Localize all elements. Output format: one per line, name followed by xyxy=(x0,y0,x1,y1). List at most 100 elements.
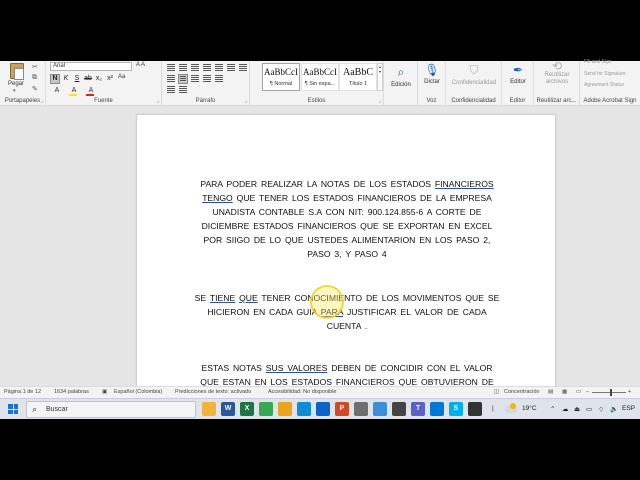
sensitivity-button[interactable]: ⛉ Confidencialidad xyxy=(448,63,500,86)
decrease-indent-button[interactable] xyxy=(202,63,212,73)
weather-temperature[interactable]: 19°C xyxy=(522,405,537,412)
taskbar-app-snipping-tool-icon[interactable] xyxy=(354,402,368,416)
taskbar-app-file-explorer-icon[interactable] xyxy=(202,402,216,416)
style-no-spacing[interactable]: AaBbCcI ¶ Sin espa... xyxy=(301,63,339,91)
taskbar-app-mail-icon[interactable] xyxy=(316,402,330,416)
copy-icon[interactable]: ⧉ xyxy=(32,74,37,82)
align-left-button[interactable] xyxy=(166,74,176,84)
windows-start-icon[interactable] xyxy=(8,404,18,414)
sort-button[interactable] xyxy=(226,63,236,73)
spelling-icon[interactable]: ▣ xyxy=(102,389,107,395)
taskbar-app-chrome-icon[interactable] xyxy=(259,402,273,416)
web-layout-icon[interactable]: ▭ xyxy=(576,389,581,395)
input-language[interactable]: ESP xyxy=(622,405,635,412)
print-layout-icon[interactable]: ▦ xyxy=(562,389,567,395)
align-center-button[interactable] xyxy=(178,74,188,84)
text-predictions-status[interactable]: Predicciones de texto: activado xyxy=(175,389,251,395)
style-normal[interactable]: AaBbCcI ¶ Normal xyxy=(262,63,300,91)
dialog-launcher-icon[interactable]: ⌟ xyxy=(157,98,159,104)
word-count[interactable]: 1634 palabras xyxy=(54,389,89,395)
align-right-button[interactable] xyxy=(190,74,200,84)
cut-icon[interactable]: ✂ xyxy=(32,63,38,71)
taskbar-app-powerpoint-icon[interactable]: P xyxy=(335,402,349,416)
clear-format-button[interactable]: A xyxy=(50,86,64,96)
document-line[interactable]: CUENTA . xyxy=(137,319,557,333)
wifi-icon[interactable]: ⌔ xyxy=(598,405,604,414)
line-spacing-button[interactable] xyxy=(214,74,224,84)
focus-mode-button[interactable]: Concentración xyxy=(504,389,539,395)
taskbar-app-store-icon[interactable] xyxy=(430,402,444,416)
taskbar-app-calculator-icon[interactable] xyxy=(392,402,406,416)
paste-icon[interactable] xyxy=(10,63,24,80)
document-line[interactable]: UNADISTA CONTABLE S.A CON NIT: 900.124.8… xyxy=(137,205,557,219)
subscript-button[interactable]: x₂ xyxy=(94,74,104,84)
paragraph-3[interactable]: ESTAS NOTAS SUS VALORES DEBEN DE CONCIDI… xyxy=(137,361,557,386)
chevron-up-icon[interactable]: ⌃ xyxy=(550,405,555,413)
dialog-launcher-icon[interactable]: ⌟ xyxy=(41,98,43,104)
reuse-files-button[interactable]: ⟲ Reutilizar archivos xyxy=(538,60,576,86)
paragraph-1[interactable]: PARA PODER REALIZAR LA NOTAS DE LOS ESTA… xyxy=(137,177,557,261)
taskbar-app-teams-icon[interactable]: T xyxy=(411,402,425,416)
paragraph-2[interactable]: SE TIENE QUE TENER CONOCIMIENTO DE LOS M… xyxy=(137,291,557,333)
agreement-status-button[interactable]: Agreement Status xyxy=(584,82,624,88)
justify-button[interactable] xyxy=(202,74,212,84)
battery-icon[interactable]: ▭ xyxy=(586,405,592,413)
fill-and-sign-button[interactable]: Fill and Sign xyxy=(584,59,612,65)
dialog-launcher-icon[interactable]: ⌟ xyxy=(245,98,247,104)
zoom-in-icon[interactable]: + xyxy=(628,389,631,395)
multilevel-list-button[interactable] xyxy=(190,63,200,73)
borders-button[interactable] xyxy=(178,85,188,95)
strikethrough-button[interactable]: ab xyxy=(83,74,93,84)
volume-icon[interactable]: 🔈 xyxy=(610,405,618,413)
document-line[interactable]: POR SIIGO DE LO QUE USTEDES ALIMENTARION… xyxy=(137,233,557,247)
styles-scroll[interactable]: ▴ ▾ xyxy=(377,63,383,91)
zoom-slider[interactable] xyxy=(592,392,626,393)
accessibility-status[interactable]: Accesibilidad: No disponible xyxy=(268,389,336,395)
bullets-button[interactable] xyxy=(166,63,176,73)
paste-button-label[interactable]: Pegar xyxy=(8,81,24,87)
bold-button[interactable]: N xyxy=(50,74,60,84)
focus-icon[interactable]: ◫ xyxy=(494,389,499,395)
document-line[interactable]: PASO 3, Y PASO 4 xyxy=(137,247,557,261)
zoom-out-icon[interactable]: − xyxy=(586,389,589,395)
document-line[interactable]: SE TIENE QUE TENER CONOCIMIENTO DE LOS M… xyxy=(137,291,557,305)
zoom-slider-thumb[interactable] xyxy=(610,389,612,396)
usb-icon[interactable]: ⏏ xyxy=(574,405,580,413)
document-canvas[interactable]: PARA PODER REALIZAR LA NOTAS DE LOS ESTA… xyxy=(0,106,640,386)
taskbar-app-word-icon[interactable]: W xyxy=(221,402,235,416)
dictate-button[interactable]: 🎙 Dictar xyxy=(420,63,444,85)
show-marks-button[interactable] xyxy=(238,63,248,73)
dialog-launcher-icon[interactable]: ⌟ xyxy=(379,98,381,104)
document-line[interactable]: ESTAS NOTAS SUS VALORES DEBEN DE CONCIDI… xyxy=(137,361,557,375)
underline-button[interactable]: S xyxy=(72,74,82,84)
taskbar-search-box[interactable]: ⌕ Buscar xyxy=(26,401,196,418)
italic-button[interactable]: K xyxy=(61,74,71,84)
shading-button[interactable] xyxy=(166,85,176,95)
superscript-button[interactable]: x² xyxy=(105,74,115,84)
document-page[interactable]: PARA PODER REALIZAR LA NOTAS DE LOS ESTA… xyxy=(136,114,556,386)
chevron-down-icon[interactable]: ▾ xyxy=(13,88,16,94)
onedrive-icon[interactable]: ☁ xyxy=(562,405,569,413)
language-indicator[interactable]: Español (Colombia) xyxy=(114,389,162,395)
read-mode-icon[interactable]: ▤ xyxy=(548,389,553,395)
document-line[interactable]: TENGO QUE TENER LOS ESTADOS FINANCIEROS … xyxy=(137,191,557,205)
send-for-signature-button[interactable]: Send for Signature xyxy=(584,71,626,77)
font-color-button[interactable]: A xyxy=(84,86,98,96)
taskbar-app-media-app-icon[interactable] xyxy=(468,402,482,416)
document-line[interactable]: PARA PODER REALIZAR LA NOTAS DE LOS ESTA… xyxy=(137,177,557,191)
change-case-button[interactable]: Aa xyxy=(118,74,125,80)
taskbar-app-edge-icon[interactable] xyxy=(297,402,311,416)
editing-button[interactable]: ⌕ Edición xyxy=(388,65,414,88)
taskbar-app-skype-icon[interactable]: S xyxy=(449,402,463,416)
document-line[interactable]: HICIERON EN CADA GUIA PARA JUSTIFICAR EL… xyxy=(137,305,557,319)
highlight-button[interactable]: A xyxy=(67,86,81,96)
page-count[interactable]: Página 1 de 12 xyxy=(4,389,41,395)
font-grow-shrink-buttons[interactable]: A A xyxy=(136,62,145,68)
format-painter-icon[interactable]: ✎ xyxy=(32,85,38,93)
numbering-button[interactable] xyxy=(178,63,188,73)
weather-icon[interactable] xyxy=(505,403,517,413)
increase-indent-button[interactable] xyxy=(214,63,224,73)
font-name-input[interactable]: Arial xyxy=(50,62,132,71)
style-heading-1[interactable]: AaBbC Título 1 xyxy=(339,63,377,91)
taskbar-app-excel-icon[interactable]: X xyxy=(240,402,254,416)
